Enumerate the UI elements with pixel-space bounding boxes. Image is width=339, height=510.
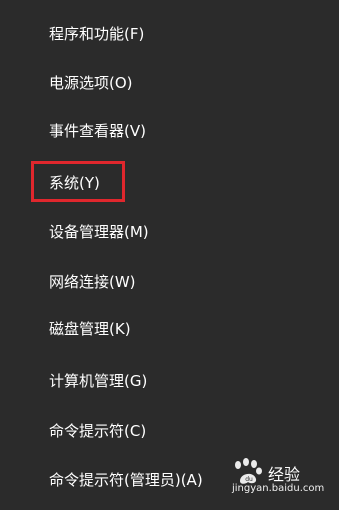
watermark-url: jingyan.baidu.com	[232, 483, 325, 494]
menu-item-disk-management[interactable]: 磁盘管理(K)	[49, 316, 131, 342]
svg-text:du: du	[245, 476, 253, 483]
watermark-title: 经验	[268, 465, 301, 484]
menu-item-command-prompt-admin[interactable]: 命令提示符(管理员)(A)	[49, 467, 203, 493]
winx-context-menu: 程序和功能(F) 电源选项(O) 事件查看器(V) 系统(Y) 设备管理器(M)…	[0, 0, 339, 510]
menu-item-power-options[interactable]: 电源选项(O)	[49, 70, 133, 96]
menu-item-programs-features[interactable]: 程序和功能(F)	[49, 21, 144, 47]
menu-item-network-connections[interactable]: 网络连接(W)	[49, 269, 136, 295]
baidu-jingyan-watermark: du 经验 jingyan.baidu.com	[228, 457, 332, 499]
menu-item-computer-management[interactable]: 计算机管理(G)	[49, 368, 147, 394]
menu-item-device-manager[interactable]: 设备管理器(M)	[49, 219, 149, 245]
menu-item-event-viewer[interactable]: 事件查看器(V)	[49, 118, 146, 144]
highlight-box	[31, 161, 125, 202]
menu-item-command-prompt[interactable]: 命令提示符(C)	[49, 418, 146, 444]
